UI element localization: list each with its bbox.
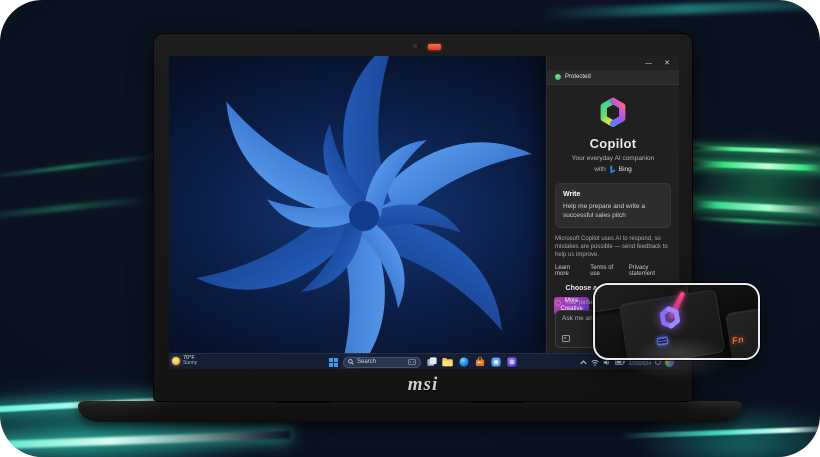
- store-icon[interactable]: [474, 357, 485, 368]
- weather-condition: Sunny: [183, 361, 197, 367]
- light-streak: [620, 426, 820, 438]
- webcam-indicator: [428, 44, 441, 50]
- privacy-statement-link[interactable]: Privacy statement: [629, 265, 671, 277]
- minimize-icon[interactable]: —: [645, 60, 652, 67]
- start-button[interactable]: [329, 358, 338, 367]
- write-card-title: Write: [563, 191, 663, 198]
- edge-browser-icon[interactable]: [458, 357, 469, 368]
- weather-widget[interactable]: 70°F Sunny: [172, 355, 197, 367]
- sun-icon: [172, 357, 180, 365]
- photos-icon[interactable]: [490, 357, 501, 368]
- bing-icon: [609, 165, 616, 174]
- copilot-key-icon: [655, 303, 685, 333]
- light-streak: [540, 0, 820, 19]
- with-bing-row: with Bing: [547, 165, 679, 174]
- protected-shield-icon: [555, 74, 561, 80]
- msi-logo: msi: [408, 374, 438, 396]
- legal-links: Learn more Terms of use Privacy statemen…: [555, 265, 671, 277]
- visual-search-icon: [408, 359, 416, 365]
- keyboard-inset: Fn: [593, 283, 760, 360]
- search-box[interactable]: Search: [343, 357, 421, 368]
- terms-of-use-link[interactable]: Terms of use: [590, 265, 620, 277]
- protected-banner: Protected: [547, 70, 679, 85]
- task-view-icon[interactable]: [426, 357, 437, 368]
- file-explorer-icon[interactable]: [442, 357, 453, 368]
- learn-more-link[interactable]: Learn more: [555, 265, 582, 277]
- protected-label: Protected: [565, 74, 591, 80]
- write-suggestion-card[interactable]: Write Help me prepare and write a succes…: [555, 183, 671, 228]
- bing-label: Bing: [619, 166, 632, 173]
- copilot-subtitle: Your everyday AI companion: [547, 155, 679, 162]
- light-streak: [686, 200, 820, 215]
- light-streak: [690, 216, 820, 226]
- search-icon: [348, 359, 354, 365]
- light-streak: [688, 160, 820, 171]
- tray-date: 2/20/2024: [629, 362, 651, 368]
- light-streak: [690, 146, 820, 155]
- search-placeholder: Search: [357, 359, 405, 365]
- light-streak: [0, 154, 160, 180]
- bezel-logo-area: msi: [154, 369, 692, 401]
- taskbar-center: Search: [329, 354, 517, 369]
- info-circle-icon: [555, 300, 561, 306]
- webcam-icon: [412, 43, 420, 50]
- write-card-body: Help me prepare and write a successful s…: [563, 202, 663, 220]
- copilot-logo-icon: [547, 96, 679, 130]
- chevron-up-icon[interactable]: [580, 360, 587, 365]
- dev-home-icon[interactable]: [506, 357, 517, 368]
- ai-disclaimer: Microsoft Copilot uses AI to respond, so…: [555, 236, 671, 259]
- input-image-icon[interactable]: [562, 335, 570, 342]
- with-label: with: [594, 166, 606, 173]
- laptop-base: [78, 401, 742, 422]
- wifi-icon[interactable]: [591, 359, 599, 366]
- marketing-scene: — ✕ Protected: [0, 0, 820, 457]
- light-streak: [0, 431, 290, 449]
- copilot-title: Copilot: [547, 136, 679, 151]
- copilot-titlebar: — ✕: [547, 56, 679, 70]
- close-icon[interactable]: ✕: [664, 59, 670, 67]
- key-mist: [615, 336, 745, 360]
- light-streak: [0, 196, 150, 220]
